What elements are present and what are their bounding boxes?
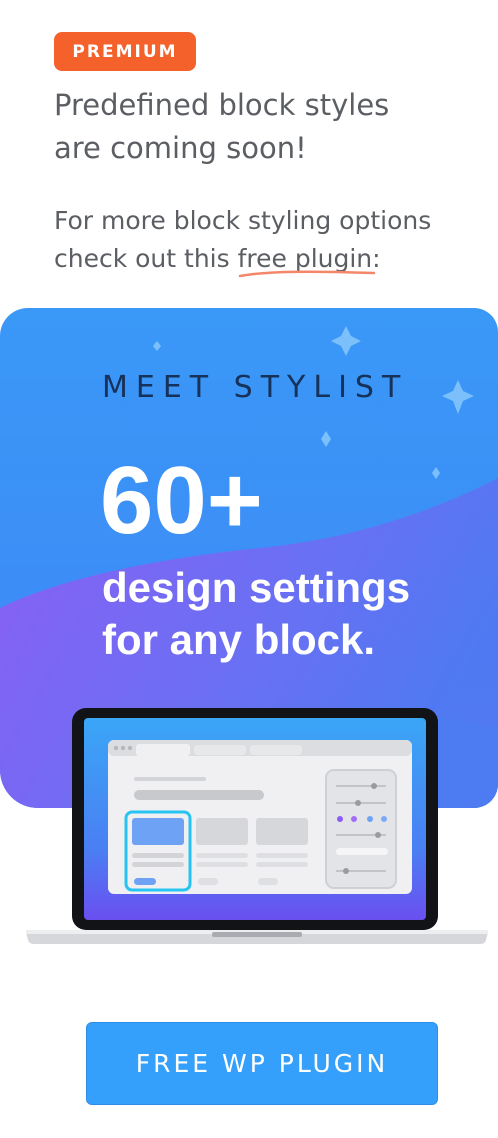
promo-big-number: 60+ bbox=[100, 447, 263, 554]
premium-badge: PREMIUM bbox=[54, 32, 196, 71]
sparkle-icon bbox=[321, 431, 331, 447]
promo-eyebrow: MEET STYLIST bbox=[102, 370, 409, 405]
sparkle-icon bbox=[331, 326, 361, 356]
sparkle-icon bbox=[153, 341, 161, 351]
plugin-suggestion-text: For more block styling options check out… bbox=[54, 202, 484, 278]
subline-line-1: For more block styling options bbox=[54, 206, 432, 235]
sparkle-icon bbox=[432, 467, 440, 479]
headline-line-2: are coming soon! bbox=[54, 131, 307, 165]
laptop-illustration bbox=[26, 708, 488, 944]
subline-prefix: check out this bbox=[54, 244, 238, 273]
promo-tagline: design settings for any block. bbox=[102, 562, 482, 666]
free-wp-plugin-button[interactable]: FREE WP PLUGIN bbox=[86, 1022, 438, 1105]
tagline-line-1: design settings bbox=[102, 564, 411, 611]
tagline-line-2: for any block. bbox=[102, 616, 376, 663]
headline: Predefined block styles are coming soon! bbox=[54, 84, 474, 170]
sparkle-icon bbox=[442, 380, 474, 414]
link-underline-decoration bbox=[238, 270, 376, 278]
headline-line-1: Predefined block styles bbox=[54, 88, 390, 122]
